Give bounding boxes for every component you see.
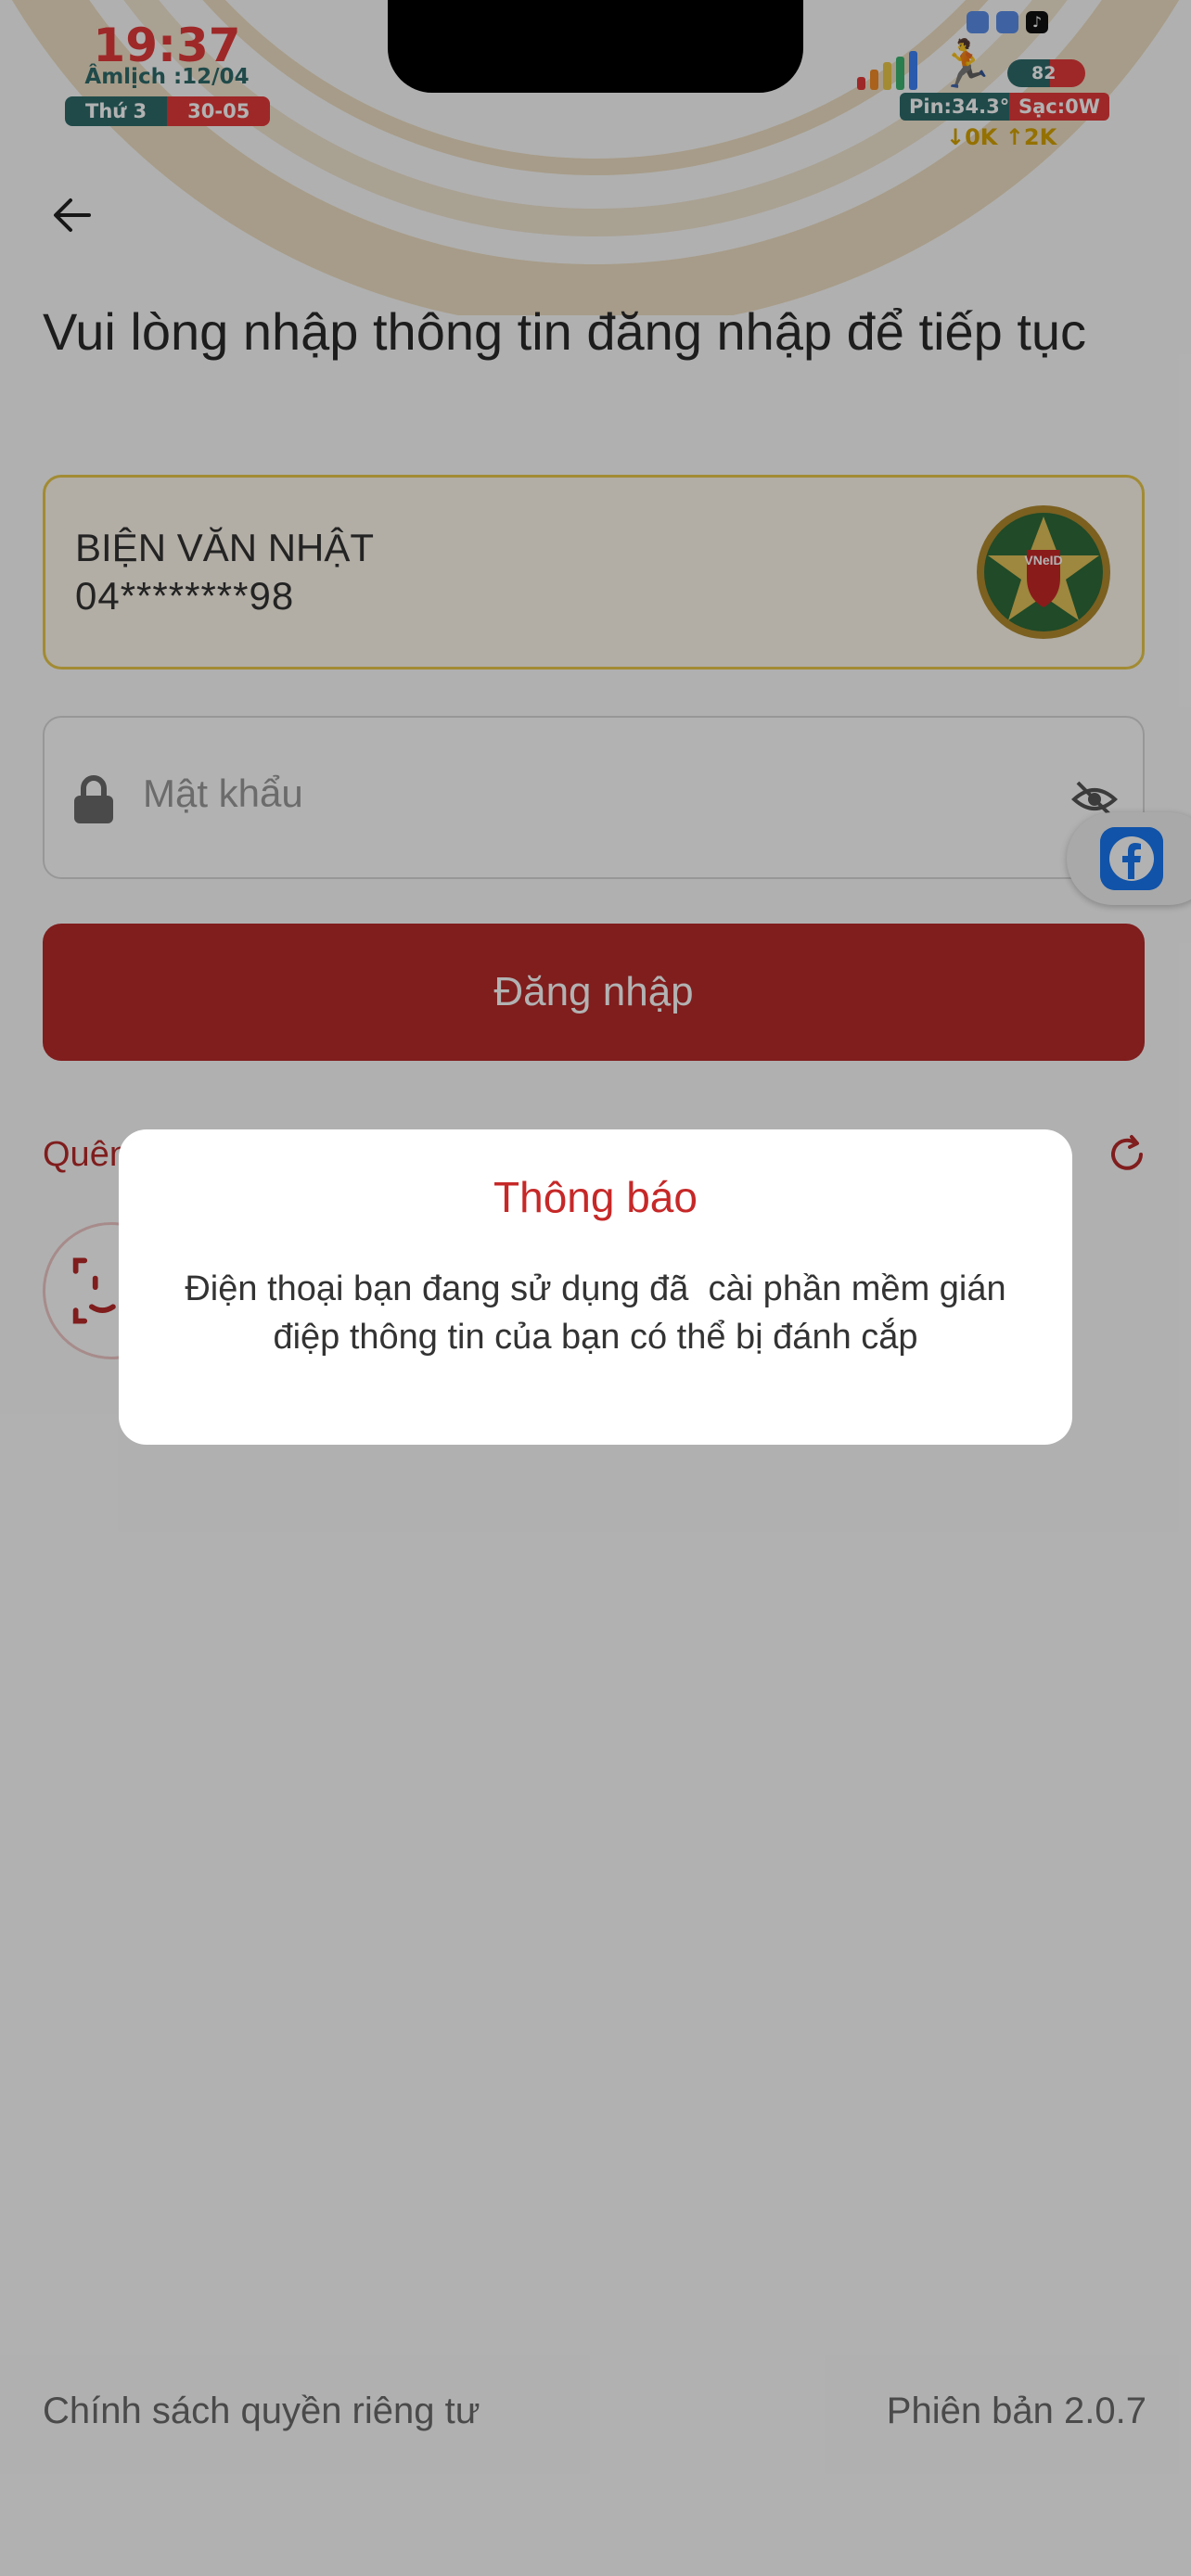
- login-screen: 19:37 Âmlịch :12/04 Thứ 3 30-05 ♪ 🏃 82 P…: [0, 0, 1191, 2576]
- alert-dialog: Thông báo Điện thoại bạn đang sử dụng đã…: [119, 1129, 1072, 1445]
- dialog-message: Điện thoại bạn đang sử dụng đã cài phần …: [185, 1269, 1006, 1357]
- dialog-title: Thông báo: [493, 1173, 698, 1221]
